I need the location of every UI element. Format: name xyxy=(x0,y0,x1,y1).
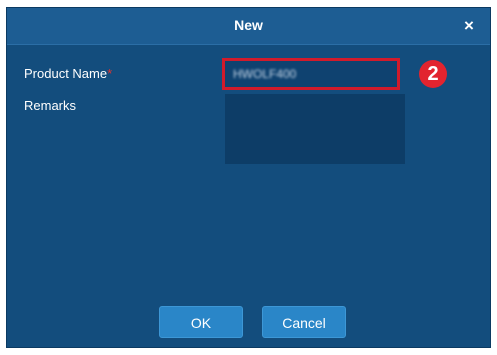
dialog-title: New xyxy=(234,17,263,33)
product-name-value: HWOLF400 xyxy=(233,67,297,81)
ok-button[interactable]: OK xyxy=(159,306,243,338)
dialog-titlebar: New × xyxy=(7,8,490,45)
remarks-label: Remarks xyxy=(24,98,77,113)
new-product-dialog: New × Product Name* HWOLF400 2 Remarks O… xyxy=(6,7,491,348)
product-name-label-text: Product Name xyxy=(24,66,108,81)
close-icon[interactable]: × xyxy=(458,15,480,37)
product-name-input[interactable]: HWOLF400 xyxy=(222,58,400,90)
cancel-button[interactable]: Cancel xyxy=(262,306,346,338)
product-name-label: Product Name* xyxy=(24,66,112,81)
required-marker: * xyxy=(107,66,113,81)
remarks-textarea[interactable] xyxy=(225,94,405,164)
step-2-badge: 2 xyxy=(419,60,447,88)
